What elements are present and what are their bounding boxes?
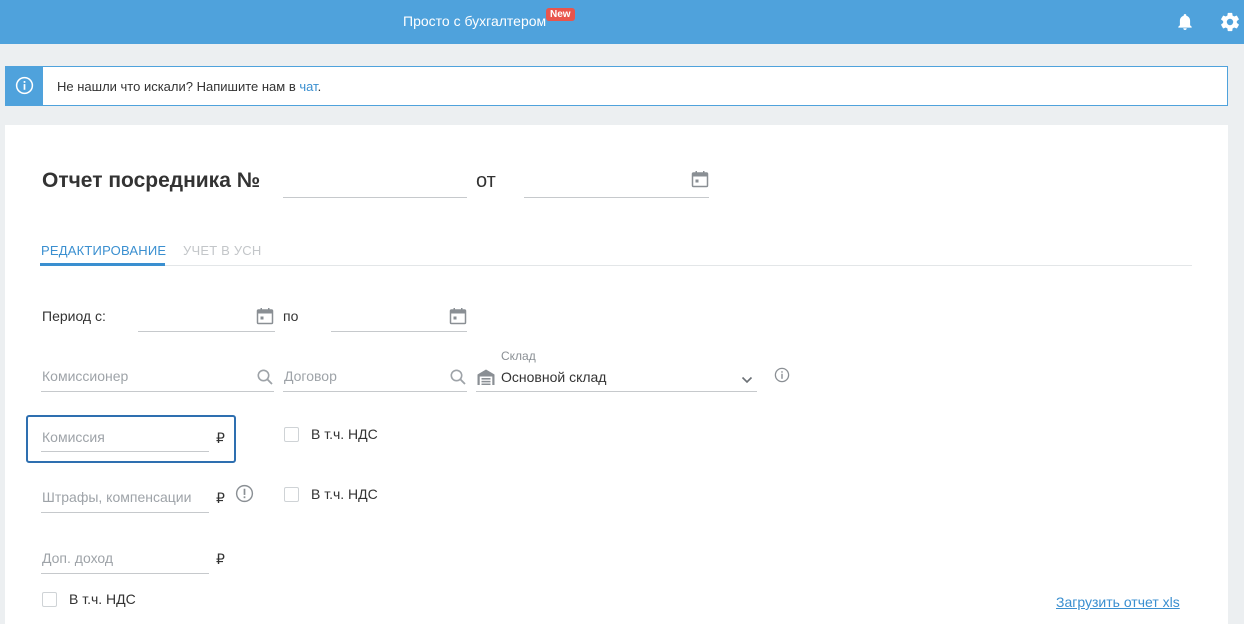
period-end-input[interactable] [331,331,467,332]
contract-underline [283,391,467,392]
warehouse-label: Склад [501,349,536,363]
brand-title[interactable]: Просто с бухгалтером [403,13,546,29]
chat-link[interactable]: чат [299,79,317,94]
search-icon[interactable] [256,368,274,391]
report-number-input[interactable] [283,170,467,198]
top-bar: Просто с бухгалтером New [0,0,1244,44]
page-title: Отчет посредника № [42,169,261,192]
warning-icon[interactable] [235,484,254,508]
commission-vat-checkbox[interactable] [284,427,299,442]
calendar-icon[interactable] [691,170,709,193]
chevron-down-icon[interactable] [741,372,753,390]
info-icon [6,67,43,105]
penalties-vat-checkbox[interactable] [284,487,299,502]
new-badge: New [546,8,575,21]
info-icon[interactable] [774,367,790,388]
commissioner-input[interactable]: Комиссионер [42,368,128,384]
search-icon[interactable] [449,368,467,391]
extra-income-vat-checkbox[interactable] [42,592,57,607]
warehouse-underline [476,391,757,392]
extra-income-underline [41,573,209,574]
commission-currency: ₽ [216,430,225,446]
penalties-vat-label: В т.ч. НДС [311,486,378,502]
extra-income-currency: ₽ [216,551,225,567]
tabs-divider [40,265,1192,266]
contract-input[interactable]: Договор [284,368,337,384]
date-from-label: от [476,170,496,192]
report-date-input[interactable] [524,170,709,198]
period-label: Период с: [42,308,106,324]
notice-message: Не нашли что искали? Напишите нам в чат. [57,79,322,94]
gear-icon[interactable] [1219,11,1241,33]
penalties-input[interactable]: Штрафы, компенсации [42,489,191,505]
extra-income-vat-label: В т.ч. НДС [69,591,136,607]
active-tab-indicator [40,263,165,266]
calendar-icon[interactable] [256,307,274,330]
notice-bar: Не нашли что искали? Напишите нам в чат. [5,66,1228,106]
warehouse-select[interactable]: Основной склад [501,369,606,385]
warehouse-icon [476,367,496,392]
form-card [5,125,1228,624]
commission-underline [41,451,209,452]
tab-editing[interactable]: РЕДАКТИРОВАНИЕ [41,243,166,258]
extra-income-input[interactable]: Доп. доход [42,550,113,566]
period-start-input[interactable] [138,331,275,332]
commissioner-underline [41,391,274,392]
calendar-icon[interactable] [449,307,467,330]
penalties-currency: ₽ [216,490,225,506]
upload-xls-link[interactable]: Загрузить отчет xls [1056,594,1180,610]
commission-input[interactable]: Комиссия [42,429,105,445]
bell-icon[interactable] [1175,12,1195,32]
period-to-label: по [283,308,299,324]
tab-usn-accounting[interactable]: УЧЕТ В УСН [183,243,261,258]
commission-vat-label: В т.ч. НДС [311,426,378,442]
penalties-underline [41,512,209,513]
